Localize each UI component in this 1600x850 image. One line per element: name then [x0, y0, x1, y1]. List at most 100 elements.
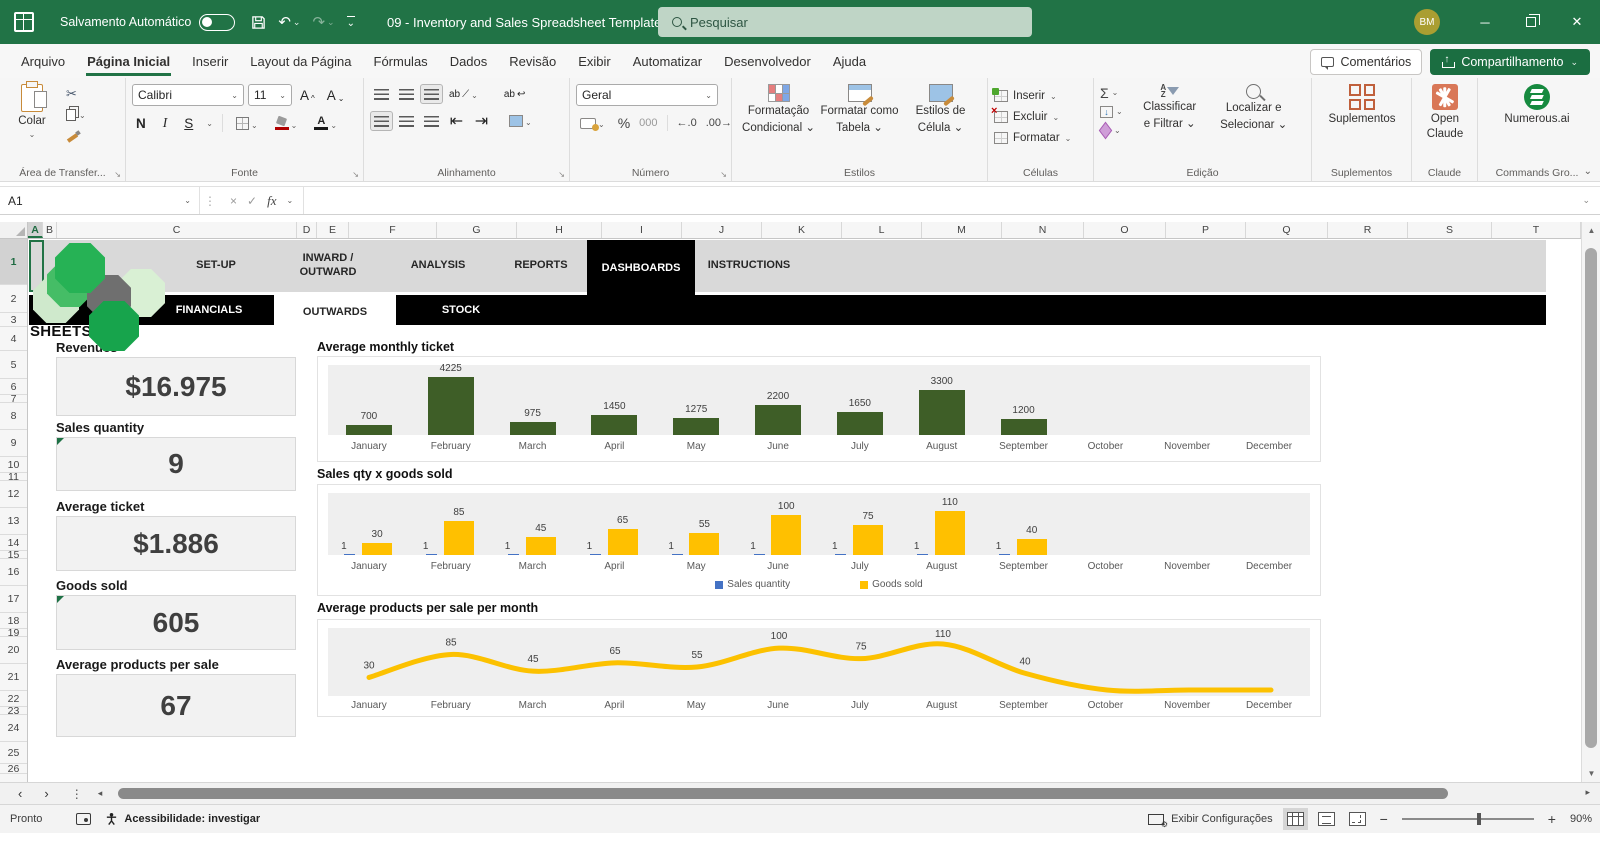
column-header-A[interactable]: A: [28, 222, 43, 238]
close-button[interactable]: ✕: [1554, 0, 1600, 44]
font-color-button[interactable]: A ⌄: [310, 115, 341, 131]
search-input[interactable]: Pesquisar: [658, 7, 1032, 37]
nav-tab-analysis[interactable]: ANALYSIS: [396, 240, 480, 292]
prev-sheet-button[interactable]: ‹: [18, 786, 22, 801]
next-sheet-button[interactable]: ›: [44, 786, 48, 801]
row-header-20[interactable]: 20: [0, 637, 27, 664]
sheet-list-button[interactable]: ⋮: [71, 787, 84, 801]
row-header-12[interactable]: 12: [0, 481, 27, 508]
zoom-level[interactable]: 90%: [1570, 813, 1592, 825]
autosave-control[interactable]: Salvamento Automático: [60, 13, 236, 31]
row-header-23[interactable]: 23: [0, 705, 27, 717]
namebox-splitter[interactable]: ⋮: [200, 194, 220, 208]
row-header-15[interactable]: 15: [0, 549, 27, 561]
cell-styles-button[interactable]: Estilos de Célula ⌄: [900, 84, 981, 164]
bold-button[interactable]: N: [132, 115, 150, 132]
macro-record-icon[interactable]: [76, 813, 92, 825]
row-header-11[interactable]: 11: [0, 471, 27, 483]
vertical-scrollbar[interactable]: ▲ ▼: [1581, 222, 1600, 782]
dialog-launcher-icon[interactable]: ↘: [352, 170, 359, 179]
increase-font-button[interactable]: A ^: [296, 87, 319, 104]
ribbon-tab-arquivo[interactable]: Arquivo: [10, 46, 76, 76]
share-button[interactable]: Compartilhamento ⌄: [1430, 49, 1590, 75]
row-header-2[interactable]: 2: [0, 285, 27, 313]
column-header-L[interactable]: L: [842, 222, 922, 238]
save-button[interactable]: [245, 15, 272, 30]
scroll-down-icon[interactable]: ▼: [1582, 769, 1600, 778]
row-header-21[interactable]: 21: [0, 664, 27, 691]
number-format-select[interactable]: Geral ⌄: [576, 84, 718, 106]
nav-tab-set-up[interactable]: SET-UP: [161, 240, 271, 292]
font-size-select[interactable]: 11 ⌄: [248, 84, 292, 106]
column-header-G[interactable]: G: [437, 222, 517, 238]
dialog-launcher-icon[interactable]: ↘: [114, 170, 121, 179]
increase-decimal-button[interactable]: ←.0: [677, 117, 697, 129]
name-box[interactable]: A1 ⌄: [0, 187, 200, 214]
redo-button[interactable]: ↷ ⌄: [306, 13, 340, 31]
sheet-canvas[interactable]: SHEETS TECH SET-UP INWARD / OUTWARD ANALYS…: [29, 239, 1581, 782]
dialog-launcher-icon[interactable]: ↘: [720, 170, 727, 179]
row-header-17[interactable]: 17: [0, 586, 27, 613]
row-header-1[interactable]: 1: [0, 239, 27, 285]
page-layout-view-button[interactable]: [1317, 812, 1335, 826]
wrap-text-button[interactable]: ab ↩: [500, 88, 530, 101]
conditional-formatting-button[interactable]: Formatação Condicional ⌄: [738, 84, 819, 164]
row-header-24[interactable]: 24: [0, 715, 27, 742]
column-header-I[interactable]: I: [602, 222, 682, 238]
column-header-H[interactable]: H: [517, 222, 602, 238]
row-header-7[interactable]: 7: [0, 393, 27, 405]
nav-tab-instructions[interactable]: INSTRUCTIONS: [701, 240, 797, 292]
sort-filter-button[interactable]: AZ Classificar e Filtrar ⌄: [1129, 84, 1211, 164]
ribbon-tab-dados[interactable]: Dados: [439, 46, 499, 76]
column-header-D[interactable]: D: [297, 222, 317, 238]
ribbon-tab-fórmulas[interactable]: Fórmulas: [363, 46, 439, 76]
ribbon-tab-revisão[interactable]: Revisão: [498, 46, 567, 76]
format-cells-button[interactable]: Formatar ⌄: [994, 129, 1087, 147]
nav-tab-reports[interactable]: REPORTS: [499, 240, 583, 292]
find-select-button[interactable]: Localizar e Selecionar ⌄: [1211, 84, 1297, 164]
row-header-8[interactable]: 8: [0, 403, 27, 430]
restore-button[interactable]: [1508, 0, 1554, 44]
vertical-scroll-thumb[interactable]: [1585, 248, 1597, 748]
cancel-entry-button[interactable]: ×: [230, 194, 237, 208]
row-header-19[interactable]: 19: [0, 627, 27, 639]
accessibility-status[interactable]: Acessibilidade: investigar: [105, 812, 260, 826]
underline-button[interactable]: S: [180, 115, 197, 132]
addins-button[interactable]: Suplementos: [1318, 84, 1406, 125]
sub-tab-stock[interactable]: STOCK: [429, 295, 493, 325]
ribbon-tab-desenvolvedor[interactable]: Desenvolvedor: [713, 46, 822, 76]
expand-formula-bar-button[interactable]: ⌄: [1572, 195, 1600, 206]
insert-function-button[interactable]: fx: [267, 193, 276, 209]
ribbon-tab-página-inicial[interactable]: Página Inicial: [76, 46, 181, 76]
column-header-J[interactable]: J: [682, 222, 762, 238]
format-as-table-button[interactable]: Formatar como Tabela ⌄: [819, 84, 900, 164]
decrease-font-button[interactable]: A ⌄: [323, 87, 349, 104]
row-header-3[interactable]: 3: [0, 313, 27, 327]
comma-style-button[interactable]: 000: [639, 117, 657, 129]
scroll-right-icon[interactable]: ▸: [1585, 787, 1590, 798]
ribbon-tab-automatizar[interactable]: Automatizar: [622, 46, 713, 76]
horizontal-scrollbar[interactable]: ▸: [106, 783, 1592, 804]
column-header-P[interactable]: P: [1166, 222, 1246, 238]
orientation-button[interactable]: ab ⟋ ⌄: [445, 88, 482, 101]
column-header-R[interactable]: R: [1328, 222, 1408, 238]
column-header-F[interactable]: F: [349, 222, 437, 238]
display-settings-button[interactable]: Exibir Configurações: [1148, 813, 1273, 829]
row-header-9[interactable]: 9: [0, 430, 27, 457]
nav-tab-dashboards[interactable]: DASHBOARDS: [587, 240, 695, 298]
collapse-ribbon-button[interactable]: ⌄: [1584, 166, 1592, 177]
font-name-select[interactable]: Calibri ⌄: [132, 84, 244, 106]
autosave-toggle[interactable]: [199, 13, 236, 31]
ribbon-tab-exibir[interactable]: Exibir: [567, 46, 622, 76]
decrease-decimal-button[interactable]: .00→: [706, 117, 732, 129]
column-header-K[interactable]: K: [762, 222, 842, 238]
zoom-out-button[interactable]: −: [1380, 811, 1388, 827]
numerous-ai-button[interactable]: Numerous.ai: [1484, 84, 1590, 125]
autosum-button[interactable]: Σ ⌄: [1100, 85, 1123, 101]
sub-tab-outwards[interactable]: OUTWARDS: [274, 295, 396, 328]
zoom-slider[interactable]: [1401, 813, 1534, 825]
ribbon-tab-layout-da-página[interactable]: Layout da Página: [239, 46, 362, 76]
column-header-O[interactable]: O: [1084, 222, 1166, 238]
paste-button[interactable]: Colar ⌄: [6, 81, 58, 144]
column-header-E[interactable]: E: [317, 222, 349, 238]
